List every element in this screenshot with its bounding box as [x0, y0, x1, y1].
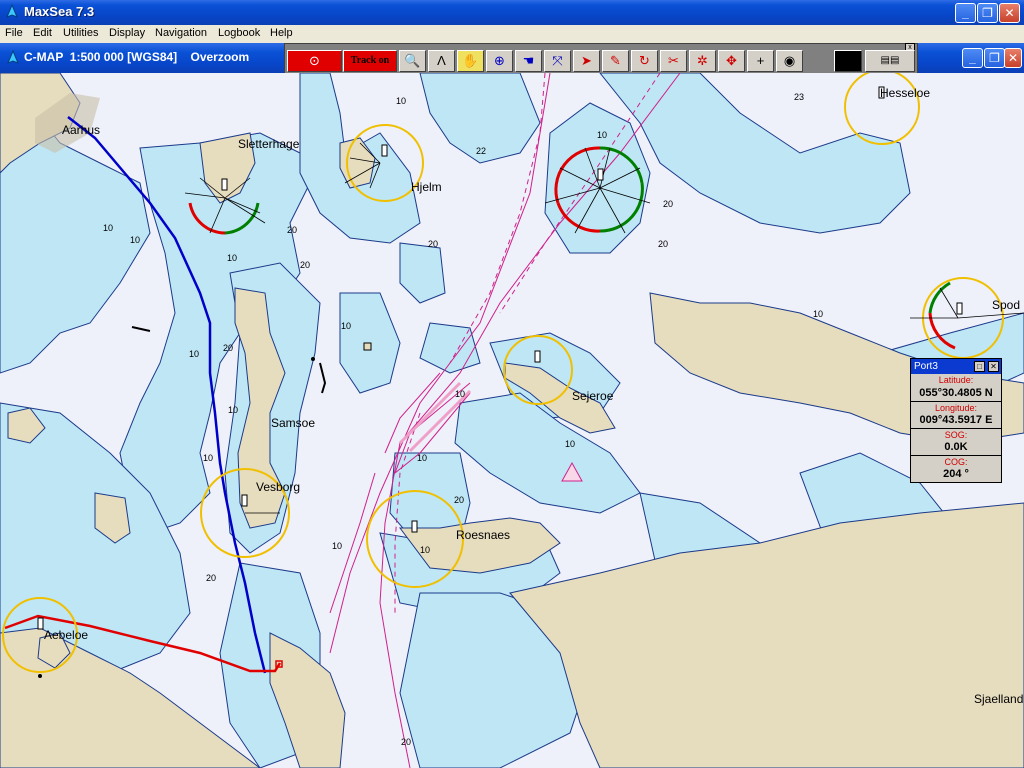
- zoom-icon[interactable]: 🔍: [399, 50, 426, 72]
- record-icon[interactable]: ⊙: [287, 50, 342, 72]
- chart-close-button[interactable]: ✕: [1004, 48, 1022, 68]
- grab-icon[interactable]: ☚: [515, 50, 542, 72]
- depth-label: 10: [130, 235, 141, 245]
- depth-label: 10: [341, 321, 352, 331]
- window-title: MaxSea 7.3: [24, 4, 95, 19]
- place-hjelm: Hjelm: [411, 180, 442, 194]
- depth-label: 20: [658, 239, 669, 249]
- menu-file[interactable]: File: [5, 27, 23, 39]
- depth-label: 10: [417, 453, 428, 463]
- longitude-label: Longitude:: [934, 403, 978, 413]
- compass-icon[interactable]: Ʌ: [428, 50, 455, 72]
- port-panel: Port3 □ ✕ Latitude: 055°30.4805 N Longit…: [910, 358, 1002, 483]
- depth-label: 10: [455, 389, 466, 399]
- toolbar-spacer: [805, 50, 833, 72]
- pencil-icon[interactable]: ✎: [602, 50, 629, 72]
- depth-label: 10: [228, 405, 239, 415]
- menu-utilities[interactable]: Utilities: [63, 27, 98, 39]
- depth-label: 10: [189, 349, 200, 359]
- color-swatch[interactable]: [834, 50, 862, 72]
- minimize-button[interactable]: _: [955, 3, 976, 23]
- place-sejeroe: Sejeroe: [572, 389, 614, 403]
- place-roesnaes: Roesnaes: [456, 528, 511, 542]
- separator: [911, 401, 1001, 402]
- target-icon[interactable]: ✲: [689, 50, 716, 72]
- depth-label: 20: [223, 343, 234, 353]
- depth-label: 20: [454, 495, 465, 505]
- pointer-icon[interactable]: ➤: [573, 50, 600, 72]
- menu-help[interactable]: Help: [270, 27, 293, 39]
- title-bar[interactable]: MaxSea 7.3 _ ❐ ✕: [0, 0, 1024, 25]
- place-samsoe: Samsoe: [271, 416, 316, 430]
- place-aarhus: Aarhus: [62, 123, 101, 137]
- place-aebeloe: Aebeloe: [44, 628, 89, 642]
- route-icon[interactable]: ⤧: [544, 50, 571, 72]
- menu-edit[interactable]: Edit: [33, 27, 52, 39]
- depth-label: 10: [597, 130, 608, 140]
- layers-icon[interactable]: ▤▤: [865, 50, 915, 72]
- menu-bar: File Edit Utilities Display Navigation L…: [0, 25, 1024, 43]
- depth-label: 10: [565, 439, 576, 449]
- depth-label: 10: [420, 545, 431, 555]
- separator: [911, 455, 1001, 456]
- place-spodsbjerg: Spod: [992, 298, 1021, 312]
- longitude-value: 009°43.5917 E: [913, 414, 999, 426]
- nautical-chart-svg: [0, 73, 1024, 768]
- plus-icon[interactable]: +: [747, 50, 774, 72]
- restore-button[interactable]: ❐: [977, 3, 998, 23]
- cog-label: COG:: [944, 457, 968, 467]
- crosshair-icon[interactable]: ⊕: [486, 50, 513, 72]
- maxsea-window: MaxSea 7.3 _ ❐ ✕ File Edit Utilities Dis…: [0, 0, 1024, 768]
- place-sletterhage: Sletterhage: [238, 137, 300, 151]
- sog-label: SOG:: [944, 430, 968, 440]
- port-close-button[interactable]: ✕: [988, 361, 999, 372]
- port-restore-button[interactable]: □: [974, 361, 985, 372]
- depth-label: 23: [794, 92, 805, 102]
- depth-label: 22: [476, 146, 487, 156]
- depth-label: 10: [813, 309, 824, 319]
- hand-icon[interactable]: ✋: [457, 50, 484, 72]
- depth-label: 20: [401, 737, 412, 747]
- maxsea-app-icon: [6, 4, 18, 18]
- depth-label: 20: [428, 239, 439, 249]
- depth-label: 10: [227, 253, 238, 263]
- cog-value: 204 °: [913, 468, 999, 480]
- place-vesborg: Vesborg: [256, 480, 301, 494]
- move-icon[interactable]: ✥: [718, 50, 745, 72]
- scissors-icon[interactable]: ✂: [660, 50, 687, 72]
- chart-restore-button[interactable]: ❐: [984, 48, 1005, 68]
- place-hesseloe: Hesseloe: [880, 86, 931, 100]
- separator: [911, 428, 1001, 429]
- depth-label: 10: [203, 453, 214, 463]
- place-sjaelland: Sjaelland: [974, 692, 1024, 706]
- chart-window-title: C-MAP 1:500 000 [WGS84] Overzoom: [24, 50, 250, 64]
- close-button[interactable]: ✕: [999, 3, 1020, 23]
- rotate-icon[interactable]: ↻: [631, 50, 658, 72]
- depth-label: 10: [396, 96, 407, 106]
- latitude-label: Latitude:: [938, 375, 974, 385]
- depth-label: 20: [206, 573, 217, 583]
- chart-map[interactable]: Aarhus Sletterhage Hjelm Hesseloe Samsoe…: [0, 73, 1024, 768]
- latitude-value: 055°30.4805 N: [913, 387, 999, 399]
- depth-label: 20: [287, 225, 298, 235]
- depth-label: 10: [103, 223, 114, 233]
- chart-minimize-button[interactable]: _: [962, 48, 983, 68]
- chart-toolbar: x ⊙ Track on 🔍 Ʌ ✋ ⊕ ☚ ⤧ ➤ ✎ ↻ ✂ ✲ ✥ + ◉…: [284, 43, 918, 75]
- menu-logbook[interactable]: Logbook: [218, 27, 260, 39]
- depth-label: 20: [300, 260, 311, 270]
- menu-display[interactable]: Display: [109, 27, 145, 39]
- circle-icon[interactable]: ◉: [776, 50, 803, 72]
- chart-window-icon: [7, 50, 19, 64]
- depth-label: 20: [663, 199, 674, 209]
- track-on-button[interactable]: Track on: [343, 50, 397, 72]
- sog-value: 0.0K: [913, 441, 999, 453]
- menu-navigation[interactable]: Navigation: [155, 27, 207, 39]
- depth-label: 10: [332, 541, 343, 551]
